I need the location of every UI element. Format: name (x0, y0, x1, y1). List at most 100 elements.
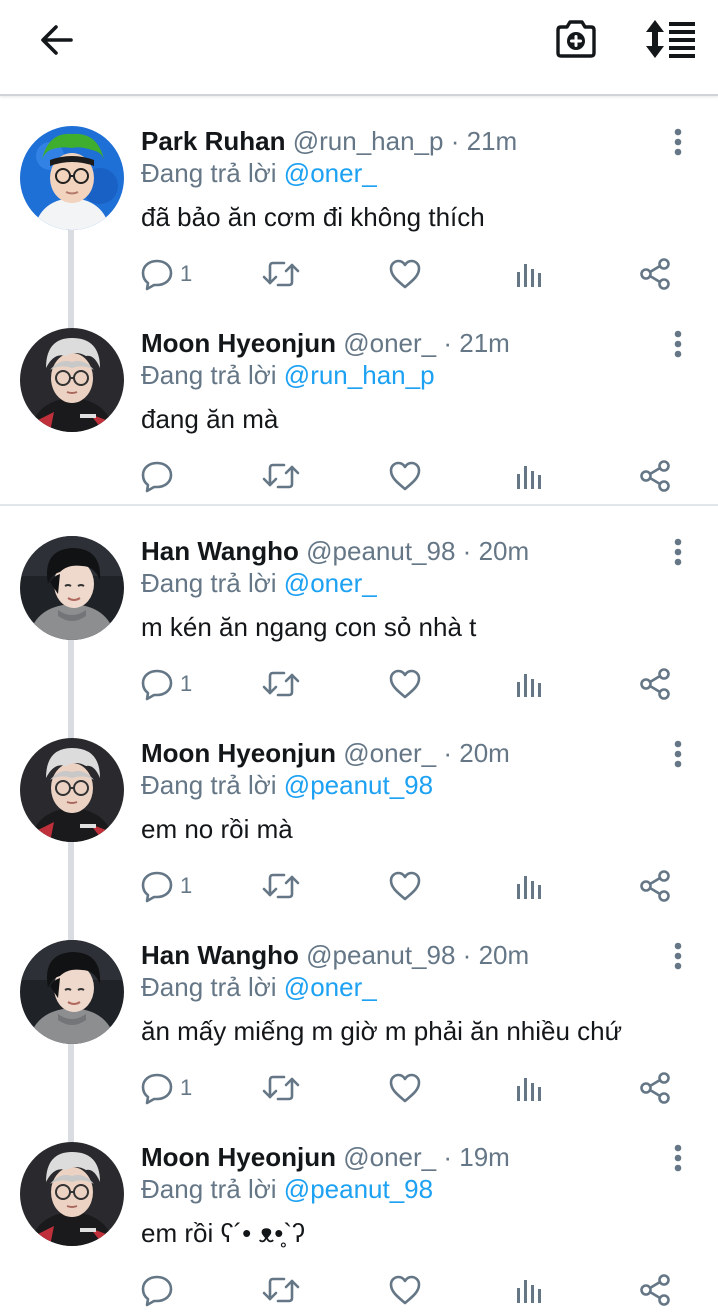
tweet[interactable]: Han Wangho @peanut_98 · 20m Đang trả lời… (0, 506, 718, 746)
author-name[interactable]: Park Ruhan (141, 126, 286, 156)
retweet-button[interactable] (262, 664, 300, 704)
author-name[interactable]: Han Wangho (141, 536, 299, 566)
share-button[interactable] (638, 866, 672, 906)
tweet-content: Han Wangho @peanut_98 · 20m Đang trả lời… (141, 940, 661, 1048)
avatar-han-wangho[interactable] (20, 940, 124, 1044)
tweet-actions: 1 (0, 254, 718, 298)
analytics-button[interactable] (514, 1270, 544, 1310)
reply-icon (141, 1073, 173, 1105)
camera-button[interactable] (550, 14, 602, 64)
replying-to-mention[interactable]: @oner_ (284, 972, 377, 1002)
tweet[interactable]: Moon Hyeonjun @oner_ · 19m Đang trả lời … (0, 1112, 718, 1314)
analytics-button[interactable] (514, 456, 544, 496)
author-handle[interactable]: @oner_ (343, 1142, 436, 1172)
reply-icon (141, 669, 173, 701)
tweet-header: Moon Hyeonjun @oner_ · 19m (141, 1142, 661, 1172)
tweet-text: ăn mấy miếng m giờ m phải ăn nhiều chứ (141, 1016, 623, 1046)
tweet-time: 19m (459, 1142, 510, 1172)
camera-plus-icon (556, 20, 596, 58)
replying-to-mention[interactable]: @oner_ (284, 158, 377, 188)
avatar-park-ruhan[interactable] (20, 126, 124, 230)
share-button[interactable] (638, 664, 672, 704)
tweet[interactable]: Moon Hyeonjun @oner_ · 20m Đang trả lời … (0, 708, 718, 948)
share-icon (640, 1274, 670, 1306)
like-button[interactable] (388, 254, 422, 294)
analytics-button[interactable] (514, 1068, 544, 1108)
author-name[interactable]: Han Wangho (141, 940, 299, 970)
author-handle[interactable]: @peanut_98 (306, 940, 455, 970)
retweet-button[interactable] (262, 1270, 300, 1310)
author-handle[interactable]: @run_han_p (293, 126, 444, 156)
author-handle[interactable]: @oner_ (343, 738, 436, 768)
avatar-moon-hyeonjun[interactable] (20, 738, 124, 842)
sort-button[interactable] (642, 14, 700, 64)
more-vertical-icon (674, 740, 682, 768)
replying-to-mention[interactable]: @peanut_98 (284, 770, 433, 800)
back-button[interactable] (32, 18, 80, 62)
share-button[interactable] (638, 1068, 672, 1108)
tweet-actions (0, 456, 718, 500)
reply-button[interactable]: 1 (140, 254, 192, 294)
reply-count: 1 (180, 1075, 193, 1100)
top-app-bar (0, 0, 718, 96)
reply-button[interactable]: 1 (140, 866, 192, 906)
retweet-button[interactable] (262, 1068, 300, 1108)
more-options-button[interactable] (664, 940, 692, 972)
author-name[interactable]: Moon Hyeonjun (141, 1142, 336, 1172)
more-options-button[interactable] (664, 738, 692, 770)
more-options-button[interactable] (664, 1142, 692, 1174)
reply-count: 1 (180, 873, 193, 898)
more-options-button[interactable] (664, 536, 692, 568)
replying-to-mention[interactable]: @peanut_98 (284, 1174, 433, 1204)
retweet-icon (262, 1075, 300, 1101)
tweet-text: đang ăn mà (141, 404, 279, 434)
analytics-button[interactable] (514, 254, 544, 294)
author-handle[interactable]: @peanut_98 (306, 536, 455, 566)
share-button[interactable] (638, 456, 672, 496)
retweet-button[interactable] (262, 866, 300, 906)
retweet-icon (262, 261, 300, 287)
like-button[interactable] (388, 1068, 422, 1108)
more-options-button[interactable] (664, 126, 692, 158)
author-name[interactable]: Moon Hyeonjun (141, 328, 336, 358)
analytics-button[interactable] (514, 664, 544, 704)
heart-icon (389, 669, 421, 699)
reply-button[interactable] (140, 1270, 180, 1310)
more-options-button[interactable] (664, 328, 692, 360)
avatar-han-wangho[interactable] (20, 536, 124, 640)
share-icon (640, 258, 670, 290)
reply-button[interactable]: 1 (140, 664, 192, 704)
avatar-moon-hyeonjun[interactable] (20, 1142, 124, 1246)
reply-button[interactable]: 1 (140, 1068, 192, 1108)
like-button[interactable] (388, 664, 422, 704)
like-button[interactable] (388, 1270, 422, 1310)
replying-to-label: Đang trả lời (141, 972, 277, 1002)
reply-count: 1 (180, 261, 193, 286)
analytics-icon (517, 1078, 541, 1101)
analytics-icon (517, 876, 541, 899)
tweet[interactable]: Han Wangho @peanut_98 · 20m Đang trả lời… (0, 910, 718, 1150)
tweet-text: đã bảo ăn cơm đi không thích (141, 202, 485, 232)
replying-to: Đang trả lời @oner_ (141, 970, 661, 1004)
retweet-button[interactable] (262, 456, 300, 496)
like-button[interactable] (388, 866, 422, 906)
tweet[interactable]: Park Ruhan @run_han_p · 21m Đang trả lời… (0, 96, 718, 336)
replying-to: Đang trả lời @peanut_98 (141, 768, 661, 802)
reply-button[interactable] (140, 456, 180, 496)
share-button[interactable] (638, 254, 672, 294)
share-button[interactable] (638, 1270, 672, 1310)
tweet[interactable]: Moon Hyeonjun @oner_ · 21m Đang trả lời … (0, 298, 718, 500)
like-button[interactable] (388, 456, 422, 496)
retweet-button[interactable] (262, 254, 300, 294)
analytics-button[interactable] (514, 866, 544, 906)
tweet-text: m kén ăn ngang con sỏ nhà t (141, 612, 477, 642)
author-name[interactable]: Moon Hyeonjun (141, 738, 336, 768)
reply-count: 1 (180, 671, 193, 696)
author-handle[interactable]: @oner_ (343, 328, 436, 358)
retweet-icon (262, 671, 300, 697)
replying-to-mention[interactable]: @run_han_p (284, 360, 435, 390)
replying-to: Đang trả lời @oner_ (141, 156, 661, 190)
avatar-moon-hyeonjun[interactable] (20, 328, 124, 432)
separator-dot: · (462, 536, 472, 566)
replying-to-mention[interactable]: @oner_ (284, 568, 377, 598)
